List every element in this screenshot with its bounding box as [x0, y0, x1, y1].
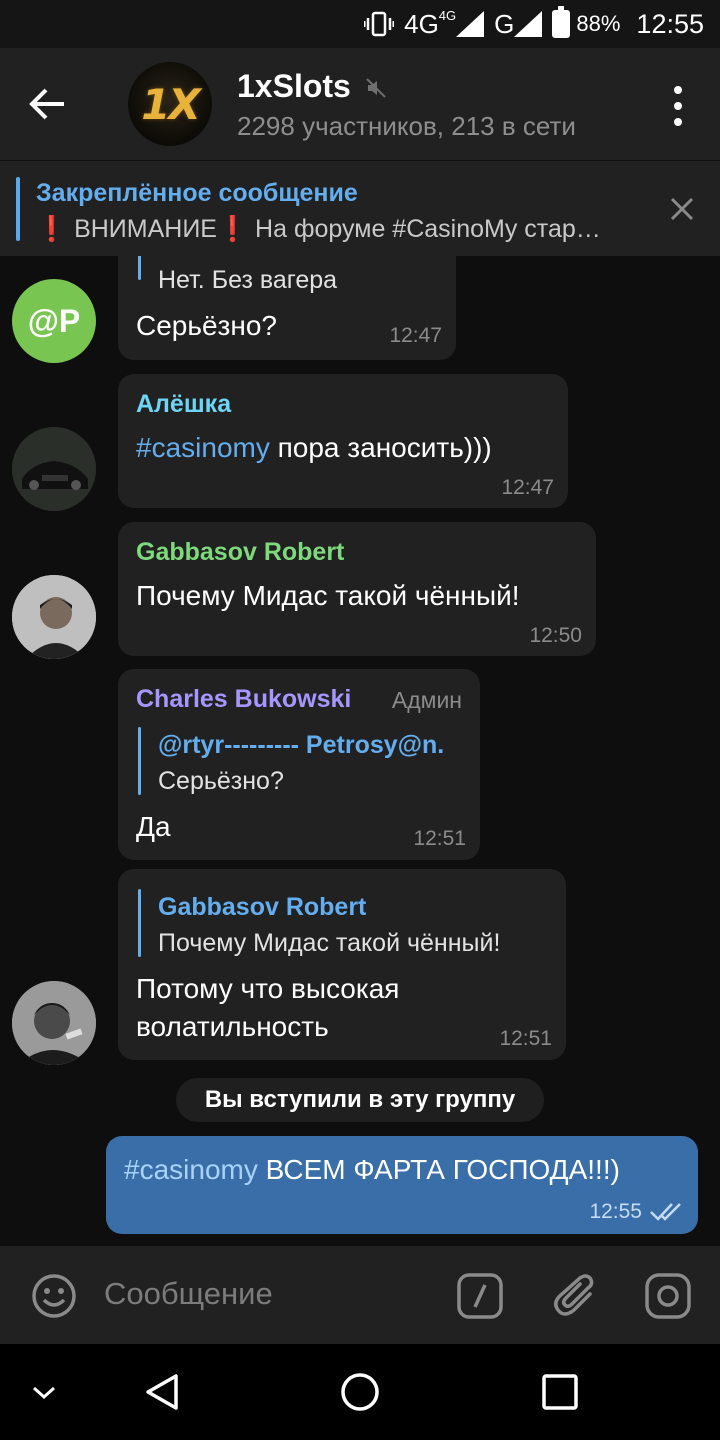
person-photo [12, 575, 96, 659]
message-bubble[interactable]: Gabbasov Robert Почему Мидас такой чённы… [118, 869, 566, 1060]
group-members-count: 2298 участников, 213 в сети [237, 111, 576, 141]
sender-name: Charles Bukowski [136, 685, 352, 713]
admin-badge: Админ [391, 687, 462, 713]
attach-icon[interactable] [552, 1272, 600, 1320]
reply-accent-bar [138, 889, 141, 957]
message-bubble[interactable]: Нет. Без вагера Серьёзно? 12:47 [118, 256, 456, 360]
pinned-label: Закреплённое сообщение [36, 179, 358, 207]
reply-text: Нет. Без вагера [158, 266, 338, 294]
message-text-body: ВСЕМ ФАРТА ГОСПОДА!!!) [257, 1154, 620, 1185]
pinned-text: ❗ ВНИМАНИЕ❗ На форуме #CasinoMy стар… [36, 215, 601, 243]
network-type-small-label: 4G [438, 7, 457, 23]
close-icon[interactable] [664, 191, 700, 227]
message-text: Почему Мидас такой чённый! [136, 580, 520, 611]
network-type-label: 4G [404, 8, 439, 39]
service-message: Вы вступили в эту группу [176, 1078, 544, 1122]
reply-text: Серьёзно? [158, 767, 284, 795]
message-bubble[interactable]: Алёшка #casinomy пора заносить))) 12:47 [118, 374, 568, 508]
message-text-body: пора заносить))) [269, 432, 492, 463]
back-nav-icon[interactable] [142, 1372, 182, 1412]
message-bubble[interactable]: Gabbasov Robert Почему Мидас такой чённы… [118, 522, 596, 656]
bot-command-icon[interactable] [456, 1272, 504, 1320]
message-text-line: волатильность [136, 1011, 329, 1042]
hashtag-link[interactable]: #casinomy [124, 1154, 258, 1185]
message-text: #casinomy пора заносить))) [136, 432, 492, 464]
message-list[interactable]: @P Нет. Без вагера Серьёзно? 12:47 Алёшк… [0, 256, 720, 1246]
muted-icon [366, 78, 386, 98]
avatar[interactable] [12, 427, 96, 511]
group-logo: 1X [141, 79, 201, 129]
message-time: 12:47 [501, 476, 554, 499]
sender-name: Алёшка [136, 390, 232, 418]
reply-accent-bar [138, 727, 141, 795]
message-text: #casinomy ВСЕМ ФАРТА ГОСПОДА!!!) [124, 1154, 620, 1186]
clock: 12:55 [636, 8, 704, 39]
emoji-icon[interactable] [30, 1272, 78, 1320]
message-text-line: Потому что высокая [136, 973, 400, 1004]
hashtag-link[interactable]: #casinomy [136, 432, 270, 463]
back-arrow-icon[interactable] [28, 84, 68, 124]
chat-header: 1X 1xSlots 2298 участников, 213 в сети [0, 48, 720, 160]
reply-accent-bar [138, 256, 141, 280]
sender-name: Gabbasov Robert [136, 538, 345, 566]
home-nav-icon[interactable] [340, 1372, 380, 1412]
more-menu-icon[interactable] [672, 86, 684, 126]
car-photo [12, 427, 96, 511]
pinned-message[interactable]: Закреплённое сообщение ❗ ВНИМАНИЕ❗ На фо… [0, 160, 720, 256]
reply-text: Почему Мидас такой чённый! [158, 929, 501, 957]
message-text: Да [136, 811, 171, 842]
signal-icon [456, 11, 485, 37]
message-time: 12:50 [529, 624, 582, 647]
camera-icon[interactable] [644, 1272, 692, 1320]
battery-percent: 88% [576, 11, 621, 36]
system-navigation-bar [0, 1344, 720, 1440]
signal-icon-2 [514, 11, 543, 37]
message-input-bar: Сообщение [0, 1246, 720, 1344]
double-check-icon [650, 1202, 684, 1222]
message-bubble[interactable]: Charles Bukowski Админ @rtyr--------- Pe… [118, 669, 480, 860]
vibrate-icon [364, 10, 395, 38]
avatar-initials: @P [27, 302, 81, 339]
avatar[interactable] [12, 981, 96, 1065]
recents-nav-icon[interactable] [540, 1372, 580, 1412]
status-bar: 4G 4G G 88% 12:55 [0, 0, 720, 48]
pinned-accent-bar [16, 177, 20, 241]
group-avatar[interactable]: 1X [128, 62, 212, 146]
person-photo [12, 981, 96, 1065]
battery-icon [552, 6, 571, 38]
message-time: 12:51 [413, 827, 466, 850]
reply-sender-name: Gabbasov Robert [158, 893, 367, 921]
message-input[interactable]: Сообщение [104, 1276, 273, 1312]
group-title[interactable]: 1xSlots [237, 68, 351, 105]
message-time: 12:47 [389, 324, 442, 347]
message-time: 12:55 [589, 1200, 642, 1223]
network-g-label: G [494, 8, 515, 39]
chevron-down-icon[interactable] [24, 1372, 64, 1412]
avatar[interactable]: @P [12, 279, 96, 363]
reply-sender-name: @rtyr--------- Petrosy@n. [158, 731, 445, 759]
message-text: Серьёзно? [136, 310, 277, 341]
message-time: 12:51 [499, 1027, 552, 1050]
outgoing-message-bubble[interactable]: #casinomy ВСЕМ ФАРТА ГОСПОДА!!!) 12:55 [106, 1136, 698, 1234]
avatar[interactable] [12, 575, 96, 659]
